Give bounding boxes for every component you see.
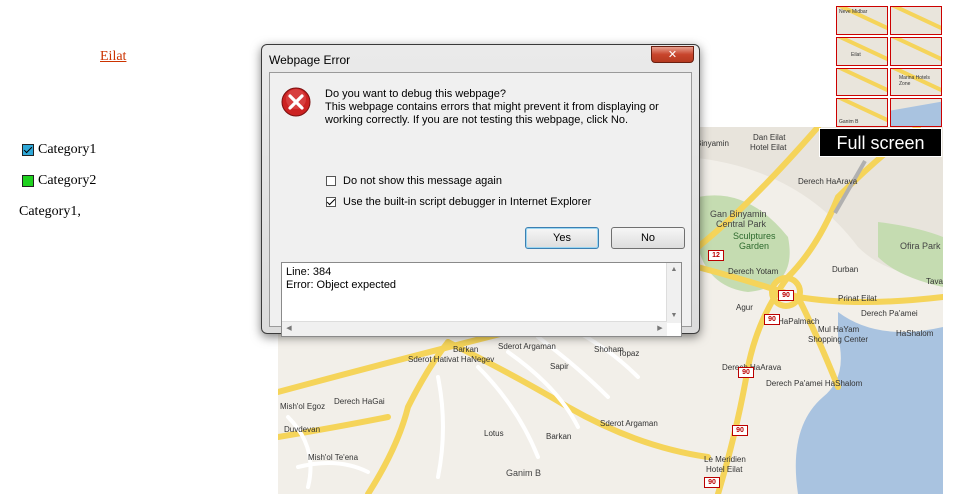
legend-item-category2[interactable]: Category2: [22, 172, 96, 190]
yes-button[interactable]: Yes: [525, 227, 599, 249]
error-line: Line: 384: [286, 266, 332, 278]
hide-message-checkbox[interactable]: [326, 176, 336, 186]
webpage-error-dialog: Webpage Error ✕ Do you want to debug thi…: [261, 44, 700, 337]
scroll-right-icon[interactable]: ▶: [653, 322, 667, 336]
road-shield: 90: [704, 477, 720, 488]
road-shield: 12: [708, 250, 724, 261]
scroll-left-icon[interactable]: ◀: [282, 322, 296, 336]
legend-label: Category1: [38, 142, 97, 157]
dialog-title: Webpage Error: [269, 53, 351, 67]
close-icon: ✕: [667, 48, 678, 61]
map-thumbnail[interactable]: [890, 6, 942, 35]
legend-label: Category2: [38, 173, 97, 188]
location-link[interactable]: Eilat: [100, 49, 126, 65]
road-shield: 90: [764, 314, 780, 325]
category1-checkbox-icon[interactable]: [22, 144, 34, 156]
error-message: Do you want to debug this webpage? This …: [325, 88, 675, 127]
road-shield: 90: [732, 425, 748, 436]
error-explanation: This webpage contains errors that might …: [325, 101, 659, 126]
hide-message-option[interactable]: Do not show this message again: [326, 175, 502, 187]
vertical-scrollbar[interactable]: ▲ ▼: [666, 263, 681, 323]
script-debugger-option[interactable]: Use the built-in script debugger in Inte…: [326, 196, 591, 208]
scroll-up-icon[interactable]: ▲: [667, 263, 681, 277]
map-thumbnail[interactable]: Neve Midbar: [836, 6, 888, 35]
error-details-text: Line: 384 Error: Object expected: [286, 266, 396, 292]
dialog-body: Do you want to debug this webpage? This …: [269, 72, 692, 337]
error-description: Error: Object expected: [286, 279, 397, 291]
map-thumbnail-grid: Neve Midbar Eilat Marina Hotels Zone Gan…: [836, 6, 942, 127]
scroll-down-icon[interactable]: ▼: [667, 309, 681, 323]
horizontal-scrollbar[interactable]: ◀ ▶: [282, 321, 667, 336]
map-thumbnail[interactable]: [890, 36, 942, 66]
road-shield: 90: [778, 290, 794, 301]
no-button[interactable]: No: [611, 227, 685, 249]
map-thumbnail[interactable]: [890, 98, 942, 127]
selected-categories-text: Category1,: [19, 204, 81, 219]
road-shield: 90: [738, 367, 754, 378]
script-debugger-checkbox[interactable]: [326, 197, 336, 207]
legend-item-category1[interactable]: Category1: [22, 141, 96, 159]
full-screen-button[interactable]: Full screen: [819, 128, 942, 157]
error-icon: [281, 87, 311, 117]
hide-message-label: Do not show this message again: [343, 175, 502, 187]
map-thumbnail[interactable]: Ganim B: [836, 98, 888, 127]
category2-swatch-icon[interactable]: [22, 175, 34, 187]
map-thumbnail[interactable]: [836, 67, 888, 97]
error-details-box[interactable]: Line: 384 Error: Object expected ▲ ▼ ◀ ▶: [281, 262, 682, 337]
error-question: Do you want to debug this webpage?: [325, 88, 507, 100]
category-legend: Category1 Category2: [22, 141, 96, 203]
map-thumbnail[interactable]: Eilat: [836, 36, 888, 66]
map-thumbnail[interactable]: Marina Hotels Zone: [890, 67, 942, 97]
script-debugger-label: Use the built-in script debugger in Inte…: [343, 196, 592, 208]
close-button[interactable]: ✕: [651, 46, 694, 63]
